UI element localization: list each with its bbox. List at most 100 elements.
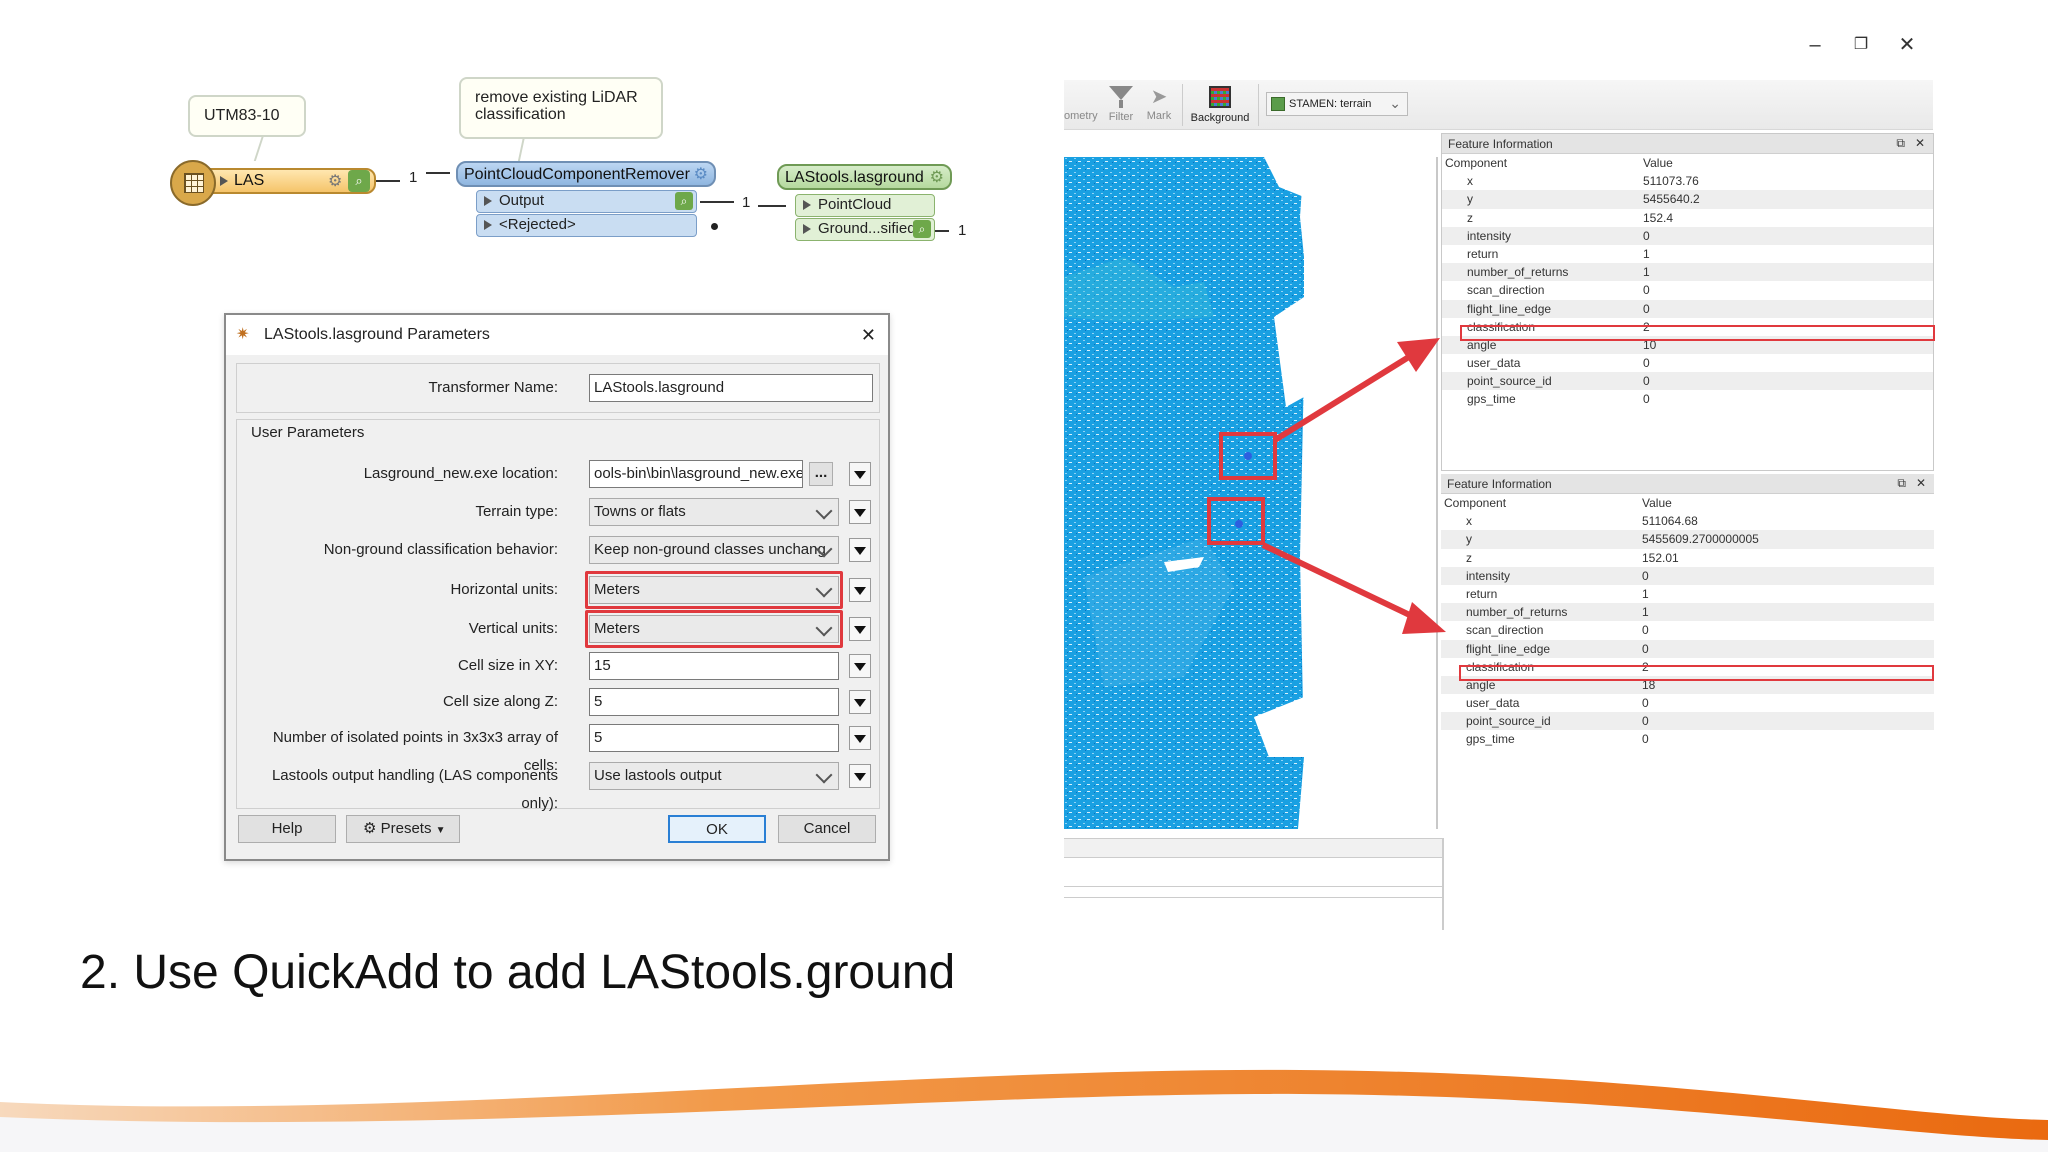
table-row[interactable]: y 5455640.2	[1442, 190, 1933, 209]
las-reader-node[interactable]: LAS ⚙ ⌕	[196, 168, 376, 194]
gear-icon[interactable]: ⚙	[694, 164, 708, 186]
float-panel-icon[interactable]: ⧉	[1897, 476, 1906, 491]
connection-line[interactable]	[376, 180, 400, 182]
param-menu-button[interactable]	[849, 617, 871, 641]
table-row[interactable]: scan_direction 0	[1441, 621, 1934, 639]
component-value: 511064.68	[1642, 514, 1698, 529]
component-value: 0	[1642, 641, 1649, 656]
point-cloud-canvas[interactable]	[1064, 157, 1304, 829]
callout-pointer	[253, 135, 277, 161]
table-row[interactable]: point_source_id 0	[1442, 372, 1933, 391]
gear-icon[interactable]: ⚙	[930, 167, 944, 189]
geometry-tool[interactable]: ometry	[1064, 110, 1098, 122]
panel-title: Feature Information	[1448, 137, 1553, 151]
remover-title: PointCloudComponentRemover	[464, 166, 690, 183]
table-row[interactable]: return 1	[1442, 245, 1933, 263]
table-row[interactable]: return 1	[1441, 585, 1934, 603]
filter-tool[interactable]: Filter	[1106, 86, 1136, 123]
remover-node[interactable]: PointCloudComponentRemover ⚙	[456, 161, 716, 187]
status-bar	[1064, 886, 1444, 898]
panel-splitter[interactable]	[1442, 838, 1444, 930]
param-menu-button[interactable]	[849, 538, 871, 562]
component-name: point_source_id	[1467, 374, 1552, 389]
ok-button[interactable]: OK	[668, 815, 766, 843]
table-row[interactable]: point_source_id 0	[1441, 712, 1934, 731]
coordinate-callout[interactable]: UTM83-10	[188, 95, 306, 137]
table-row[interactable]: gps_time 0	[1442, 390, 1933, 408]
param-label: Lasground_new.exe location:	[363, 465, 558, 482]
point-cloud-view[interactable]	[1064, 157, 1304, 829]
table-row[interactable]: user_data 0	[1441, 694, 1934, 712]
component-name: x	[1466, 514, 1472, 529]
dialog-close-button[interactable]: ✕	[861, 315, 876, 355]
dialog-titlebar: ✷ LAStools.lasground Parameters ✕	[226, 315, 888, 355]
mark-tool[interactable]: ➤ Mark	[1144, 86, 1174, 122]
float-panel-icon[interactable]: ⧉	[1896, 136, 1905, 151]
table-row[interactable]: flight_line_edge 0	[1441, 639, 1934, 658]
table-row[interactable]: number_of_returns 1	[1441, 603, 1934, 622]
component-value: 0	[1643, 356, 1650, 371]
rejected-port[interactable]: <Rejected>	[476, 214, 697, 237]
cell-size-xy-input[interactable]: 15	[589, 652, 839, 680]
close-panel-icon[interactable]: ✕	[1915, 136, 1925, 150]
connection-line[interactable]	[426, 172, 450, 174]
param-menu-button[interactable]	[849, 690, 871, 714]
transformer-name-input[interactable]: LAStools.lasground	[589, 374, 873, 402]
table-row[interactable]: gps_time 0	[1441, 730, 1934, 748]
cancel-button[interactable]: Cancel	[778, 815, 876, 843]
picked-point[interactable]	[1244, 452, 1252, 460]
inspect-icon[interactable]: ⌕	[348, 170, 370, 192]
restore-button[interactable]: ❐	[1843, 30, 1879, 60]
lasground-node[interactable]: LAStools.lasground ⚙	[777, 164, 952, 190]
table-row[interactable]: number_of_returns 1	[1442, 263, 1933, 282]
param-menu-button[interactable]	[849, 726, 871, 750]
output-handling-select[interactable]: Use lastools output	[589, 762, 839, 790]
basemap-select[interactable]: STAMEN: terrain ⌄	[1266, 92, 1408, 116]
param-menu-button[interactable]	[849, 764, 871, 788]
table-row[interactable]: x 511064.68	[1441, 512, 1934, 530]
connection-line[interactable]	[700, 201, 734, 203]
decorative-wave	[0, 1069, 2048, 1152]
param-menu-button[interactable]	[849, 462, 871, 486]
table-row[interactable]: x 511073.76	[1442, 172, 1933, 190]
output-port[interactable]: Output ⌕	[476, 190, 697, 213]
close-window-button[interactable]: ✕	[1889, 30, 1925, 60]
table-row[interactable]: intensity 0	[1442, 226, 1933, 245]
connection-line[interactable]	[935, 230, 949, 232]
isolated-points-input[interactable]: 5	[589, 724, 839, 752]
table-row[interactable]: intensity 0	[1441, 566, 1934, 585]
connection-line[interactable]	[758, 205, 786, 207]
param-menu-button[interactable]	[849, 578, 871, 602]
table-row[interactable]: z 152.4	[1442, 209, 1933, 227]
table-row[interactable]: z 152.01	[1441, 549, 1934, 567]
background-tool[interactable]: Background	[1188, 86, 1252, 124]
pointcloud-input-port[interactable]: PointCloud	[795, 194, 935, 217]
inspect-icon[interactable]: ⌕	[675, 192, 693, 210]
parameters-dialog: ✷ LAStools.lasground Parameters ✕ Transf…	[224, 313, 890, 861]
remove-classification-callout[interactable]: remove existing LiDAR classification	[459, 77, 663, 139]
dialog-title: LAStools.lasground Parameters	[264, 326, 490, 343]
close-panel-icon[interactable]: ✕	[1916, 476, 1926, 490]
presets-button[interactable]: ⚙ Presets ▼	[346, 815, 460, 843]
picked-point[interactable]	[1235, 520, 1243, 528]
component-value: 0	[1643, 283, 1650, 298]
non-ground-behavior-select[interactable]: Keep non-ground classes unchang	[589, 536, 839, 564]
basemap-label: STAMEN: terrain	[1289, 98, 1372, 110]
param-menu-button[interactable]	[849, 500, 871, 524]
reader-label: LAS	[234, 172, 265, 189]
table-row[interactable]: user_data 0	[1442, 354, 1933, 372]
help-button[interactable]: Help	[238, 815, 336, 843]
ground-output-port[interactable]: Ground...sified ⌕	[795, 218, 935, 241]
param-menu-button[interactable]	[849, 654, 871, 678]
table-row[interactable]: flight_line_edge 0	[1442, 299, 1933, 318]
minimize-button[interactable]: –	[1797, 30, 1833, 60]
browse-button[interactable]: ...	[809, 462, 833, 486]
cell-size-z-input[interactable]: 5	[589, 688, 839, 716]
terrain-type-select[interactable]: Towns or flats	[589, 498, 839, 526]
table-row[interactable]: scan_direction 0	[1442, 281, 1933, 299]
gear-icon[interactable]: ⚙	[328, 171, 342, 193]
table-row[interactable]: y 5455609.2700000005	[1441, 530, 1934, 549]
transformer-icon: ✷	[236, 326, 250, 343]
lasground-location-input[interactable]: ools-bin\bin\lasground_new.exe	[589, 460, 803, 488]
inspect-icon[interactable]: ⌕	[913, 220, 931, 238]
